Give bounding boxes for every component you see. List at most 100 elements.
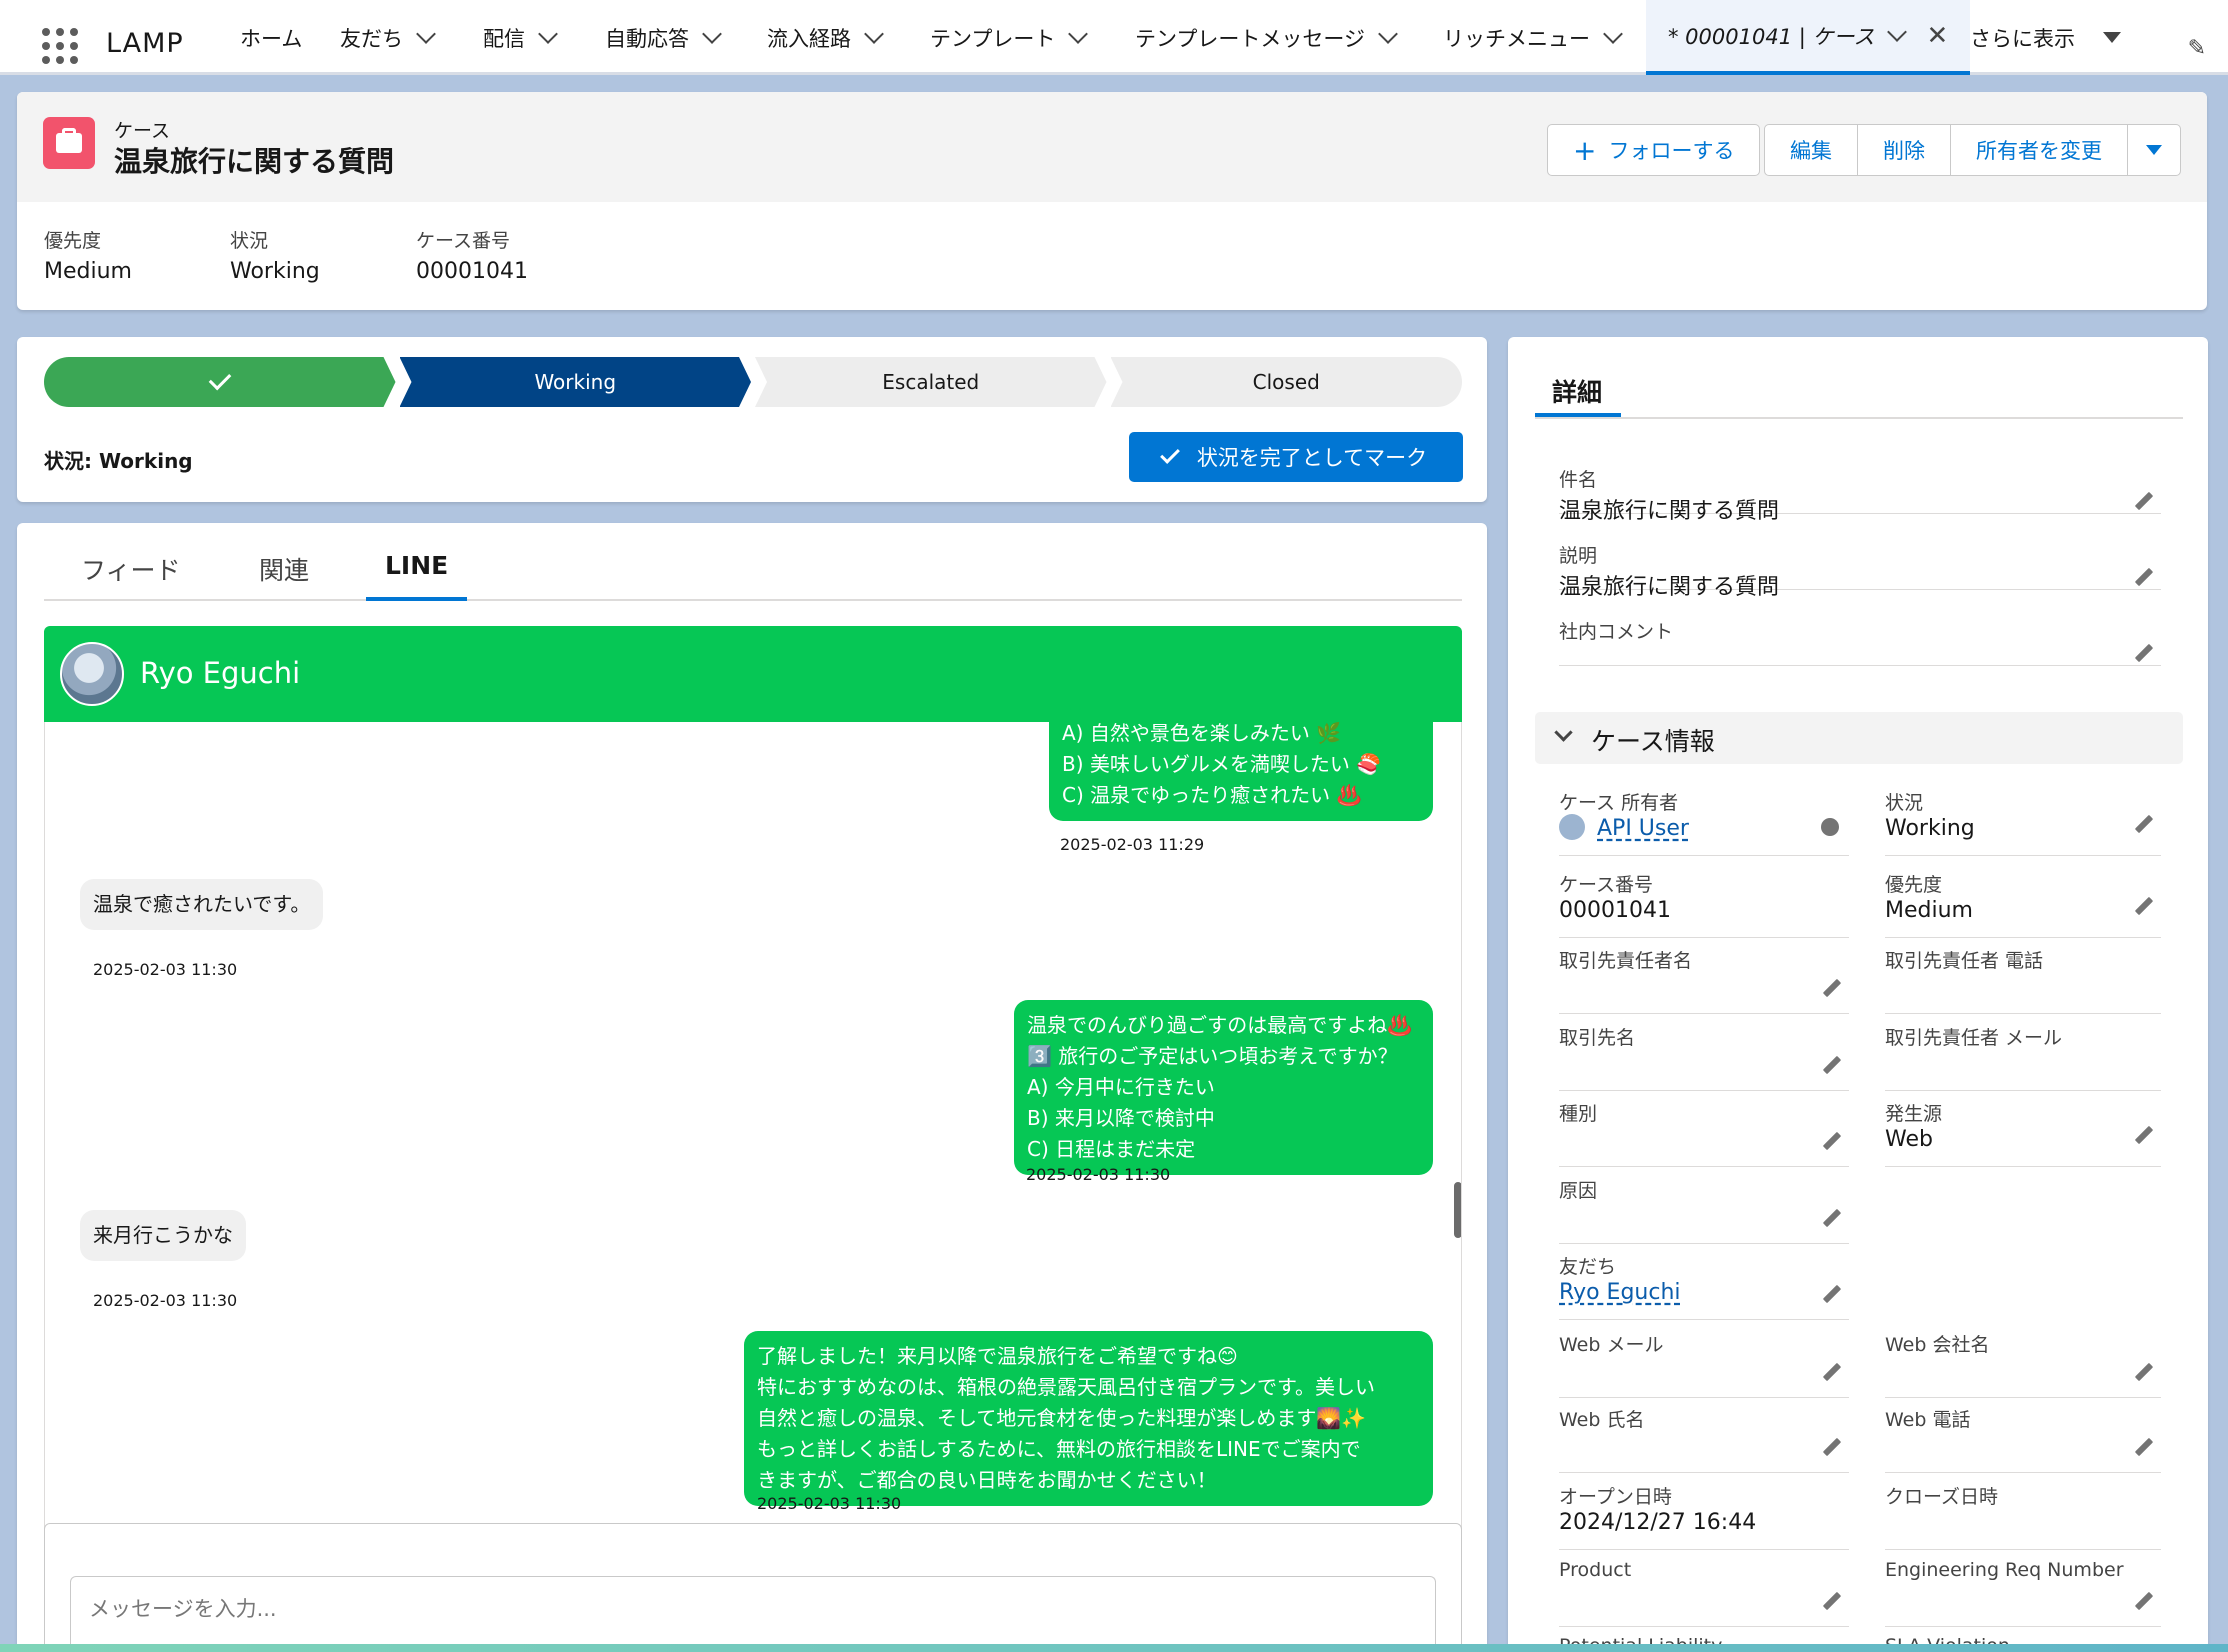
- chat-message-list[interactable]: A) 自然や景色を楽しみたい 🌿 B) 美味しいグルメを満喫したい 🍣 C) 温…: [44, 722, 1462, 1542]
- pencil-icon[interactable]: [2133, 645, 2153, 665]
- message-bubble-outgoing: 了解しました！来月以降で温泉旅行をご希望ですね😊 特におすすめなのは、箱根の絶景…: [744, 1331, 1433, 1506]
- chat-scrollbar[interactable]: [1454, 1182, 1461, 1238]
- pencil-icon[interactable]: [2133, 1593, 2153, 1613]
- change-owner-icon[interactable]: [1821, 818, 1839, 836]
- field-description: 説明 温泉旅行に関する質問: [1559, 533, 2161, 600]
- nav-tab-current-case[interactable]: * 00001041 | ケース ✕: [1646, 0, 1971, 75]
- highlight-label: 状況: [230, 230, 269, 252]
- case-owner-link[interactable]: API User: [1559, 814, 1689, 842]
- nav-item-template[interactable]: テンプレート: [930, 0, 1089, 75]
- chevron-down-icon[interactable]: [1068, 23, 1089, 44]
- field-label: 取引先名: [1559, 1027, 1636, 1049]
- message-timestamp: 2025-02-03 11:30: [93, 1291, 238, 1310]
- nav-item-home[interactable]: ホーム: [240, 0, 302, 75]
- field-label: Engineering Req Number: [1885, 1559, 2124, 1581]
- pencil-icon[interactable]: [1821, 1286, 1841, 1306]
- highlight-priority: 優先度 Medium: [44, 226, 132, 284]
- chevron-down-icon[interactable]: [1603, 23, 1623, 44]
- nav-item-inflow-route[interactable]: 流入経路: [767, 0, 884, 75]
- pencil-icon[interactable]: [1821, 1057, 1841, 1077]
- field-label: Web 会社名: [1885, 1334, 1990, 1356]
- change-owner-button[interactable]: 所有者を変更: [1950, 124, 2128, 176]
- nav-item-template-message[interactable]: テンプレートメッセージ: [1135, 0, 1398, 75]
- pencil-icon[interactable]: [1821, 1364, 1841, 1384]
- message-timestamp: 2025-02-03 11:30: [757, 1494, 902, 1513]
- chevron-down-icon[interactable]: [702, 23, 722, 44]
- chevron-down-icon[interactable]: [1887, 21, 1908, 42]
- pencil-icon[interactable]: [1821, 980, 1841, 1000]
- delete-button[interactable]: 削除: [1857, 124, 1951, 176]
- field-label: 取引先責任者 電話: [1885, 950, 2044, 972]
- pencil-icon[interactable]: [2133, 1127, 2153, 1147]
- nav-item-friends[interactable]: 友だち: [340, 0, 436, 75]
- pencil-icon[interactable]: [1821, 1439, 1841, 1459]
- more-actions-button[interactable]: [2127, 124, 2181, 176]
- field-label: クローズ日時: [1885, 1486, 1999, 1508]
- tab-line[interactable]: LINE: [366, 551, 468, 601]
- tab-related[interactable]: 関連: [240, 551, 328, 601]
- follow-button[interactable]: + フォローする: [1547, 124, 1761, 176]
- message-input[interactable]: メッセージを入力...: [70, 1576, 1436, 1652]
- action-button-group: 編集 削除 所有者を変更: [1764, 124, 2181, 176]
- path-stage-working[interactable]: Working: [400, 357, 752, 407]
- field-account-name: 取引先名: [1559, 1015, 1849, 1091]
- nav-item-label: 自動応答: [605, 26, 689, 51]
- caret-down-icon[interactable]: [2103, 32, 2121, 43]
- tab-divider: [1535, 417, 2183, 419]
- field-value: Working: [1885, 816, 1975, 841]
- pencil-icon[interactable]: [2133, 898, 2153, 918]
- nav-item-label: 配信: [483, 26, 525, 51]
- field-label: 取引先責任者名: [1559, 950, 1693, 972]
- field-label: 説明: [1559, 545, 1598, 567]
- field-label: Product: [1559, 1559, 1632, 1581]
- app-name: LAMP: [106, 28, 184, 59]
- pencil-icon[interactable]: [1821, 1593, 1841, 1613]
- pencil-icon[interactable]: [2133, 816, 2153, 836]
- path-stage-escalated[interactable]: Escalated: [755, 357, 1107, 407]
- field-label: オープン日時: [1559, 1486, 1672, 1508]
- pencil-icon[interactable]: [2133, 569, 2153, 589]
- friend-link[interactable]: Ryo Eguchi: [1559, 1280, 1681, 1305]
- field-web-name: Web 氏名: [1559, 1397, 1849, 1473]
- field-label: Web 氏名: [1559, 1409, 1645, 1431]
- pencil-icon[interactable]: [2133, 493, 2153, 513]
- pencil-icon[interactable]: [2133, 1364, 2153, 1384]
- highlight-value: Working: [230, 259, 320, 284]
- pencil-icon[interactable]: [2133, 1439, 2153, 1459]
- app-launcher-icon[interactable]: [42, 28, 78, 64]
- edit-nav-pencil-icon[interactable]: ✎: [2188, 36, 2206, 61]
- nav-item-auto-reply[interactable]: 自動応答: [605, 0, 722, 75]
- field-contact-name: 取引先責任者名: [1559, 938, 1849, 1014]
- section-case-info[interactable]: ケース情報: [1535, 712, 2183, 764]
- highlight-label: ケース番号: [416, 230, 511, 252]
- field-label: Web 電話: [1885, 1409, 1971, 1431]
- field-label: 種別: [1559, 1103, 1598, 1125]
- mark-status-complete-button[interactable]: 状況を完了としてマーク: [1129, 432, 1463, 482]
- nav-item-label: ホーム: [240, 26, 303, 51]
- chevron-down-icon[interactable]: [864, 23, 884, 44]
- field-web-email: Web メール: [1559, 1322, 1849, 1398]
- chevron-down-icon[interactable]: [416, 23, 436, 44]
- chevron-down-icon[interactable]: [538, 23, 558, 44]
- pencil-icon[interactable]: [1821, 1133, 1841, 1153]
- pencil-icon[interactable]: [1821, 1210, 1841, 1230]
- message-timestamp: 2025-02-03 11:30: [1026, 1165, 1171, 1184]
- path-stage-closed[interactable]: Closed: [1110, 357, 1462, 407]
- field-friend: 友だち Ryo Eguchi: [1559, 1244, 1849, 1320]
- field-priority: 優先度 Medium: [1885, 862, 2161, 938]
- tab-details[interactable]: 詳細: [1535, 373, 1621, 417]
- check-icon: [1159, 444, 1180, 464]
- nav-more[interactable]: さらに表示: [1970, 0, 2121, 75]
- chevron-down-icon[interactable]: [1378, 23, 1398, 44]
- nav-item-rich-menu[interactable]: リッチメニュー: [1443, 0, 1623, 75]
- field-label: 優先度: [1885, 874, 1943, 896]
- close-icon[interactable]: ✕: [1926, 21, 1948, 51]
- section-title: ケース情報: [1591, 727, 1715, 756]
- path-stage-new[interactable]: [44, 357, 396, 407]
- edit-button[interactable]: 編集: [1764, 124, 1858, 176]
- field-value: 00001041: [1559, 898, 1671, 923]
- field-value: API User: [1597, 816, 1689, 841]
- tab-feed[interactable]: フィード: [62, 551, 200, 601]
- nav-item-broadcast[interactable]: 配信: [483, 0, 558, 75]
- highlight-case-number: ケース番号 00001041: [416, 226, 528, 284]
